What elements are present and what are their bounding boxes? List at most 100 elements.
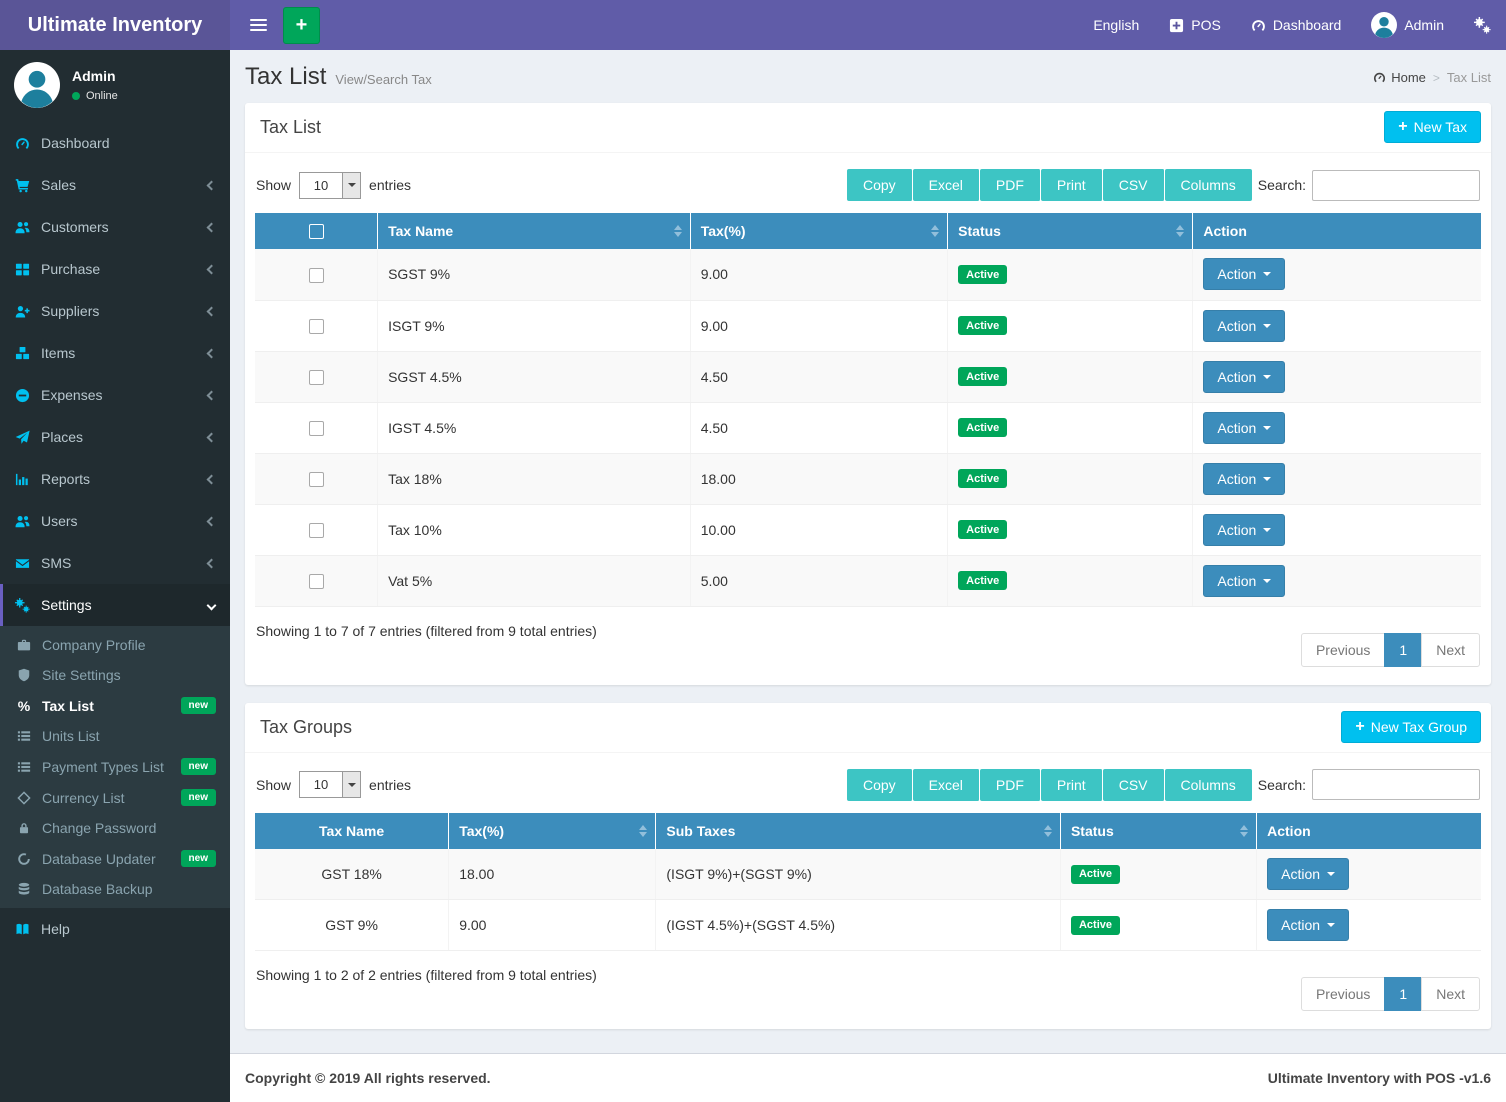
column-header-sub-taxes[interactable]: Sub Taxes <box>656 813 1061 849</box>
dashboard-link[interactable]: Dashboard <box>1236 0 1357 50</box>
sidebar-item-suppliers[interactable]: Suppliers <box>0 290 230 332</box>
action-dropdown-button[interactable]: Action <box>1203 514 1285 546</box>
page-1-button[interactable]: 1 <box>1384 977 1422 1011</box>
caret-down-icon <box>1263 375 1271 379</box>
sidebar-item-tax-list[interactable]: %Tax Listnew <box>0 690 230 721</box>
column-header-tax-name[interactable]: Tax Name <box>378 213 691 249</box>
action-dropdown-button[interactable]: Action <box>1203 565 1285 597</box>
row-checkbox[interactable] <box>309 370 324 385</box>
sort-icon <box>1176 225 1184 237</box>
csv-button[interactable]: CSV <box>1103 169 1165 201</box>
pdf-button[interactable]: PDF <box>980 769 1041 801</box>
action-dropdown-button[interactable]: Action <box>1203 310 1285 342</box>
copy-button[interactable]: Copy <box>847 169 913 201</box>
table-row: SGST 4.5% 4.50 Active Action <box>255 351 1481 402</box>
sidebar-item-company-profile[interactable]: Company Profile <box>0 630 230 660</box>
sidebar-item-dashboard[interactable]: Dashboard <box>0 122 230 164</box>
new-tax-button[interactable]: +New Tax <box>1384 111 1481 143</box>
page-size-select[interactable]: 10 <box>299 771 361 798</box>
column-header-tax-name[interactable]: Tax Name <box>255 813 449 849</box>
print-button[interactable]: Print <box>1041 769 1103 801</box>
plus-icon: + <box>1355 719 1364 735</box>
sidebar-item-users[interactable]: Users <box>0 500 230 542</box>
sidebar-item-database-backup[interactable]: Database Backup <box>0 874 230 904</box>
row-checkbox[interactable] <box>309 268 324 283</box>
new-tax-group-button[interactable]: +New Tax Group <box>1341 711 1481 743</box>
new-badge: new <box>181 697 216 714</box>
page-1-button[interactable]: 1 <box>1384 633 1422 667</box>
sidebar-item-payment-types-list[interactable]: Payment Types Listnew <box>0 751 230 782</box>
sidebar-item-reports[interactable]: Reports <box>0 458 230 500</box>
action-dropdown-button[interactable]: Action <box>1203 361 1285 393</box>
tax-pct-cell: 9.00 <box>690 249 947 300</box>
action-dropdown-button[interactable]: Action <box>1267 909 1349 941</box>
sidebar-item-items[interactable]: Items <box>0 332 230 374</box>
sidebar-item-places[interactable]: Places <box>0 416 230 458</box>
next-page-button[interactable]: Next <box>1421 977 1480 1011</box>
page-subtitle: View/Search Tax <box>335 72 431 87</box>
status-badge: Active <box>958 520 1007 539</box>
breadcrumb-home-link[interactable]: Home <box>1373 70 1426 85</box>
pdf-button[interactable]: PDF <box>980 169 1041 201</box>
action-dropdown-button[interactable]: Action <box>1203 463 1285 495</box>
sidebar-item-settings[interactable]: Settings <box>0 584 230 626</box>
column-header-tax-pct[interactable]: Tax(%) <box>690 213 947 249</box>
row-checkbox[interactable] <box>309 472 324 487</box>
search-input[interactable] <box>1312 170 1480 201</box>
sidebar-item-site-settings[interactable]: Site Settings <box>0 660 230 690</box>
sidebar-item-expenses[interactable]: Expenses <box>0 374 230 416</box>
quick-add-button[interactable]: + <box>283 7 320 44</box>
columns-button[interactable]: Columns <box>1165 769 1252 801</box>
app-logo[interactable]: Ultimate Inventory <box>0 0 230 50</box>
sidebar-item-help[interactable]: Help <box>0 908 230 950</box>
excel-button[interactable]: Excel <box>913 769 980 801</box>
action-dropdown-button[interactable]: Action <box>1203 412 1285 444</box>
page-title: Tax List <box>245 63 326 91</box>
pos-link[interactable]: POS <box>1154 0 1236 50</box>
print-button[interactable]: Print <box>1041 169 1103 201</box>
panel-title: Tax Groups <box>260 717 352 737</box>
sidebar-item-change-password[interactable]: Change Password <box>0 813 230 843</box>
excel-button[interactable]: Excel <box>913 169 980 201</box>
sidebar-item-customers[interactable]: Customers <box>0 206 230 248</box>
previous-page-button[interactable]: Previous <box>1301 633 1385 667</box>
columns-button[interactable]: Columns <box>1165 169 1252 201</box>
top-navbar: Ultimate Inventory + English POS Dashboa… <box>0 0 1506 50</box>
sidebar-item-currency-list[interactable]: Currency Listnew <box>0 782 230 813</box>
language-menu[interactable]: English <box>1078 0 1154 50</box>
action-dropdown-button[interactable]: Action <box>1267 858 1349 890</box>
select-all-checkbox[interactable] <box>309 224 324 239</box>
sidebar-item-database-updater[interactable]: Database Updaternew <box>0 843 230 874</box>
row-checkbox[interactable] <box>309 523 324 538</box>
user-plus-icon <box>15 304 30 319</box>
sort-icon <box>674 225 682 237</box>
status-badge: Active <box>958 265 1007 284</box>
settings-menu[interactable] <box>1459 0 1506 50</box>
tax-pct-cell: 18.00 <box>449 849 656 900</box>
chevron-left-icon <box>207 180 217 190</box>
hamburger-icon[interactable] <box>250 19 267 31</box>
row-checkbox[interactable] <box>309 319 324 334</box>
caret-down-icon <box>1263 324 1271 328</box>
row-checkbox[interactable] <box>309 421 324 436</box>
column-header-tax-pct[interactable]: Tax(%) <box>449 813 656 849</box>
row-checkbox[interactable] <box>309 574 324 589</box>
sidebar-user-status[interactable]: Online <box>72 90 118 102</box>
previous-page-button[interactable]: Previous <box>1301 977 1385 1011</box>
sidebar-item-purchase[interactable]: Purchase <box>0 248 230 290</box>
sidebar-item-sms[interactable]: SMS <box>0 542 230 584</box>
column-header-status[interactable]: Status <box>1060 813 1256 849</box>
page-size-select[interactable]: 10 <box>299 172 361 199</box>
sidebar-item-sales[interactable]: Sales <box>0 164 230 206</box>
breadcrumb-separator: > <box>1433 71 1440 85</box>
table-row: GST 18% 18.00 (ISGT 9%)+(SGST 9%) Active… <box>255 849 1481 900</box>
sidebar-item-units-list[interactable]: Units List <box>0 721 230 751</box>
column-header-status[interactable]: Status <box>948 213 1193 249</box>
csv-button[interactable]: CSV <box>1103 769 1165 801</box>
search-input[interactable] <box>1312 769 1480 800</box>
next-page-button[interactable]: Next <box>1421 633 1480 667</box>
copy-button[interactable]: Copy <box>847 769 913 801</box>
user-menu[interactable]: Admin <box>1356 0 1459 50</box>
tax-name-cell: IGST 4.5% <box>378 402 691 453</box>
action-dropdown-button[interactable]: Action <box>1203 258 1285 290</box>
